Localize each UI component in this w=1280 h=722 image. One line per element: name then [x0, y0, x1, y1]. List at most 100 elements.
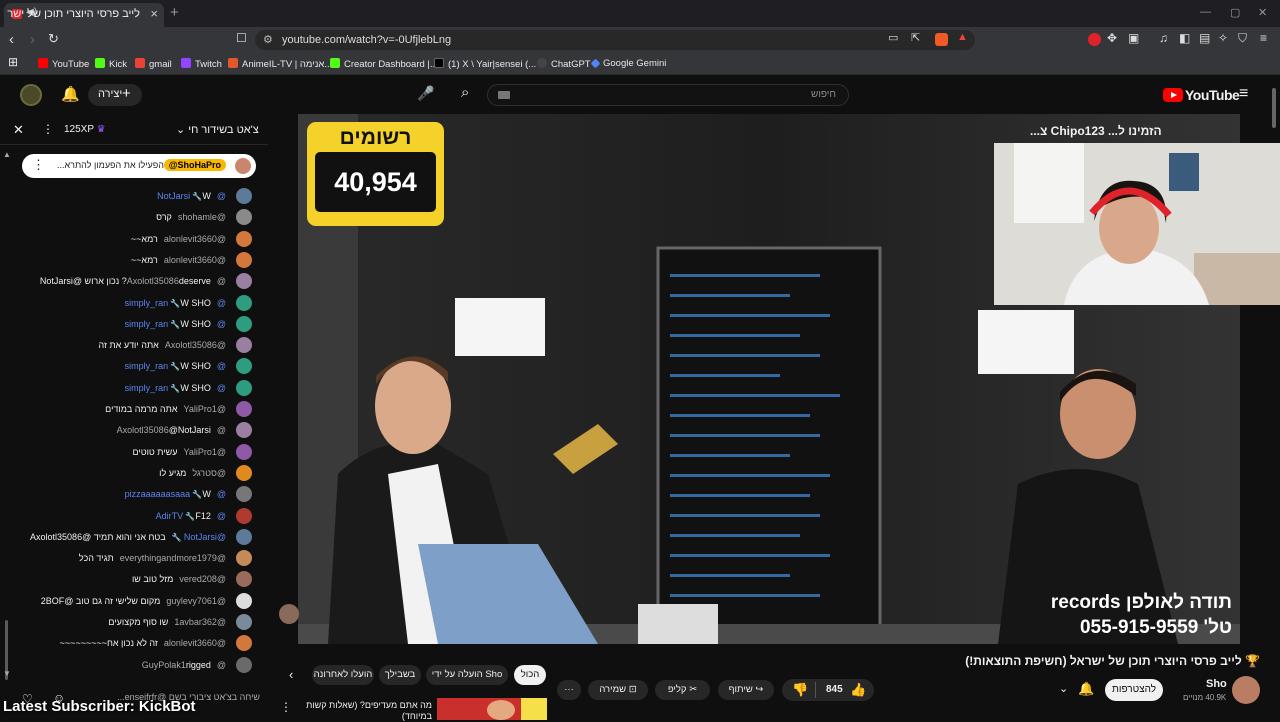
chat-message[interactable]: @NotJarsi 🔧 בטח אני והוא תמיד @Axolotl350… [12, 527, 252, 548]
chat-message[interactable]: @YaliPro1 עשית טוטים [12, 442, 252, 463]
chat-author[interactable]: @guylevy7061 [166, 596, 226, 606]
chat-message[interactable]: @simply_ran 🔧W SHO [12, 314, 252, 335]
rewards-icon[interactable]: ▲ [957, 31, 970, 44]
chat-message[interactable]: @alonlevit3660 רמא~~ [12, 229, 252, 250]
bookmark-animeil[interactable]: AnimeIL-TV | אנימה... [228, 58, 332, 70]
sidebar-icon[interactable]: ◧ [1179, 31, 1190, 45]
chat-message[interactable]: @guylevy7061 מקום שלישי זה גם טוב @2BOF [12, 591, 252, 612]
chat-message[interactable]: @GuyPolak1rigged [12, 655, 252, 676]
guide-menu-icon[interactable]: ≡ [1239, 85, 1248, 103]
chat-message[interactable]: @alonlevit3660 זה לא נכון אח~~~~~~~~~ [12, 633, 252, 654]
more-actions-button[interactable]: ··· [557, 680, 581, 700]
bookmark-twitch[interactable]: Twitch [181, 58, 222, 70]
chat-author[interactable]: @shohamle [178, 212, 226, 222]
maximize-icon[interactable]: ▢ [1230, 6, 1240, 19]
chat-message[interactable]: @simply_ran 🔧W SHO [12, 356, 252, 377]
channel-name[interactable]: Sho [1206, 678, 1227, 690]
forward-icon[interactable]: › [30, 31, 35, 48]
new-tab-icon[interactable]: + [170, 4, 179, 21]
extensions-icon[interactable]: ✥ [1107, 31, 1117, 45]
share-button[interactable]: שיתוף ↪ [718, 680, 774, 700]
chat-message[interactable]: @vered208 מזל טוב שו [12, 569, 252, 590]
youtube-logo[interactable]: YouTube [1163, 87, 1240, 103]
chat-message[interactable]: @alonlevit3660 רמא~~ [12, 250, 252, 271]
chat-author[interactable]: @alonlevit3660 [164, 638, 226, 648]
url-bar[interactable]: ⚙ youtube.com/watch?v=-0UfjlebLng [255, 30, 975, 50]
close-tab-icon[interactable]: × [150, 6, 158, 21]
chat-message[interactable]: @simply_ran 🔧W SHO [12, 378, 252, 399]
record-extension-icon[interactable] [1088, 33, 1101, 46]
chip-uploaded-by[interactable]: הועלה על ידי Sho [426, 665, 508, 685]
chat-author[interactable]: @GuyPolak1 [142, 660, 226, 670]
dislike-button[interactable]: 👎 [792, 682, 808, 698]
screenshot-icon[interactable]: ▣ [1128, 31, 1139, 45]
notification-bell-icon[interactable]: 🔔 [1078, 681, 1094, 697]
subscribe-button[interactable]: להצטרפות [1105, 679, 1163, 701]
cast-icon[interactable]: ▭ [888, 31, 898, 44]
brave-shield-icon[interactable] [935, 33, 948, 46]
share-page-icon[interactable]: ⇱ [911, 31, 920, 44]
search-input[interactable]: חיפוש [487, 84, 849, 106]
scroll-up-icon[interactable]: ▲ [3, 150, 11, 159]
save-button[interactable]: שמירה ⊡ [588, 680, 648, 700]
pinned-message[interactable]: ⋮ הפעילו את הפעמון להתרא... @ShoHaPro [22, 154, 256, 178]
chat-author[interactable]: @YaliPro1 [184, 447, 227, 457]
keyboard-icon[interactable] [498, 91, 510, 99]
menu-icon[interactable]: ≡ [1260, 31, 1267, 45]
pinned-more-icon[interactable]: ⋮ [32, 157, 45, 173]
wallet-icon[interactable]: ▤ [1199, 31, 1210, 45]
notifications-bell-icon[interactable]: 🔔 [61, 85, 80, 103]
account-avatar[interactable] [20, 84, 42, 106]
chat-message[interactable]: @Axolotl35086deserve? נכון ארוש @NotJars… [12, 271, 252, 292]
related-title[interactable]: מה אתם מעדיפים? (שאלות קשות במיוחד) [296, 700, 432, 722]
chat-author[interactable]: @סטרגל [192, 468, 226, 478]
chat-message[interactable]: @1avbar362 שו סוף מקצועים [12, 612, 252, 633]
chat-message[interactable]: @Axolotl35086 אתה יודע את זה [12, 335, 252, 356]
related-thumbnail[interactable] [437, 698, 547, 720]
chat-message[interactable]: @סטרגל מגיע לו [12, 463, 252, 484]
media-icon[interactable]: ♫ [1159, 31, 1168, 45]
chat-author[interactable]: @1avbar362 [174, 617, 226, 627]
chat-message[interactable]: @NotJarsi 🔧W [12, 186, 252, 207]
bookmark-gemini[interactable]: Google Gemini [590, 58, 666, 69]
chat-message[interactable]: @YaliPro1 אתה מרמה במודים [12, 399, 252, 420]
scroll-down-icon[interactable]: ▼ [3, 669, 11, 678]
chat-author[interactable]: @YaliPro1 [184, 404, 227, 414]
chat-message[interactable]: @Axolotl35086@NotJarsi [12, 420, 252, 441]
chat-author[interactable]: @alonlevit3660 [164, 234, 226, 244]
chat-more-icon[interactable]: ⋮ [42, 122, 54, 136]
chat-author[interactable]: @Axolotl35086 [127, 276, 226, 286]
channel-avatar[interactable] [1232, 676, 1260, 704]
chat-author[interactable]: @Axolotl35086 [165, 340, 226, 350]
chevron-left-icon[interactable]: ‹ [289, 667, 293, 682]
page-scrollbar[interactable] [1272, 88, 1276, 128]
chat-message[interactable]: @pizzaaaaaasaaa 🔧W [12, 484, 252, 505]
search-icon[interactable]: ⌕ [461, 84, 469, 101]
clip-button[interactable]: קליפ ✂ [655, 680, 710, 700]
voice-search-icon[interactable]: 🎤 [417, 85, 434, 102]
bookmark-x[interactable]: (1) X \ Yair|sensei (... [434, 58, 536, 70]
chat-mode-dropdown[interactable]: צ'אט בשידור חי ⌄ [176, 123, 259, 136]
chat-author[interactable]: @vered208 [179, 574, 226, 584]
close-window-icon[interactable]: ✕ [1258, 6, 1267, 19]
bookmark-chatgpt[interactable]: ChatGPT [537, 58, 591, 70]
like-button[interactable]: 👍 [850, 682, 866, 698]
chip-all[interactable]: הכול [514, 665, 546, 685]
chevron-down-icon[interactable]: ⌄ [1059, 682, 1068, 695]
vpn-icon[interactable]: ⛉ [1238, 31, 1247, 46]
reload-icon[interactable]: ↻ [48, 31, 59, 47]
bookmark-creator-dashboard[interactable]: Creator Dashboard |... [330, 58, 438, 70]
chat-message[interactable]: @shohamle קרס [12, 207, 252, 228]
bookmark-youtube[interactable]: YouTube [38, 58, 89, 70]
browser-tab[interactable]: ◀) לייב פרסי היוצרי תוכן של ישר × [4, 3, 164, 27]
related-more-icon[interactable]: ⋮ [280, 700, 292, 714]
bookmark-kick[interactable]: Kick [95, 58, 127, 70]
chat-message[interactable]: @AdirTV 🔧F12 [12, 506, 252, 527]
chat-author[interactable]: @everythingandmore1979 [120, 553, 226, 563]
chip-for-you[interactable]: בשבילך [379, 665, 421, 685]
back-icon[interactable]: ‹ [9, 31, 14, 48]
chip-recently-uploaded[interactable]: הועלו לאחרונה [312, 665, 374, 685]
minimize-icon[interactable]: — [1200, 6, 1211, 18]
apps-icon[interactable]: ⊞ [8, 55, 18, 69]
points-badge[interactable]: 125XP ♛ [64, 124, 106, 135]
